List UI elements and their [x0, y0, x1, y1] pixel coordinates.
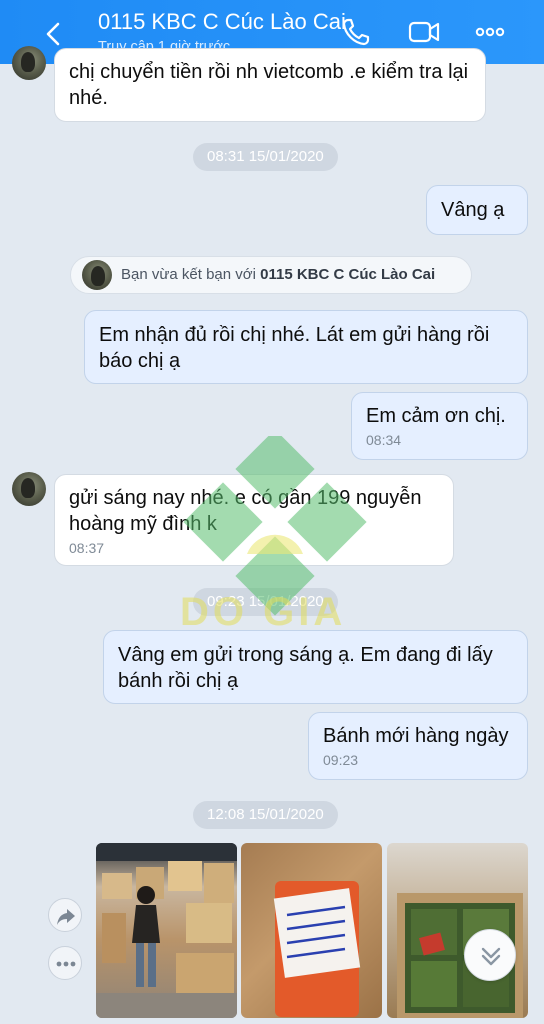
photo-thumbnail-1[interactable]	[96, 843, 237, 1018]
more-horizontal-icon	[56, 961, 76, 967]
time-separator: 09:23 15/01/2020	[193, 588, 338, 616]
friend-added-text: Bạn vừa kết bạn với 0115 KBC C Cúc Lào C…	[121, 257, 435, 293]
message-text: Em cảm ơn chị.	[366, 405, 506, 427]
outgoing-message[interactable]: Em cảm ơn chị. 08:34	[351, 392, 528, 460]
outgoing-message[interactable]: Em nhận đủ rồi chị nhé. Lát em gửi hàng …	[84, 310, 528, 384]
time-separator: 12:08 15/01/2020	[193, 801, 338, 829]
back-button[interactable]	[38, 18, 70, 50]
more-button[interactable]	[470, 14, 510, 50]
photo-thumbnail-2[interactable]	[241, 843, 382, 1018]
scroll-to-bottom-button[interactable]	[464, 929, 516, 981]
contact-avatar[interactable]	[12, 472, 46, 506]
outgoing-message[interactable]: Vâng ạ	[426, 185, 528, 235]
message-time: 08:34	[366, 432, 402, 448]
message-text: Vâng ạ	[441, 199, 505, 221]
share-arrow-icon	[57, 909, 75, 925]
message-text: Vâng em gửi trong sáng ạ. Em đang đi lấy…	[118, 644, 493, 692]
outgoing-message[interactable]: Bánh mới hàng ngày 09:23	[308, 712, 528, 780]
friend-added-notice: Bạn vừa kết bạn với 0115 KBC C Cúc Lào C…	[70, 256, 472, 294]
message-text: chị chuyển tiền rồi nh vietcomb .e kiểm …	[69, 61, 469, 109]
double-chevron-down-icon	[481, 947, 501, 966]
contact-avatar-small	[82, 260, 112, 290]
message-text: Em nhận đủ rồi chị nhé. Lát em gửi hàng …	[99, 324, 490, 372]
photo-warehouse-art	[96, 843, 237, 1018]
call-button[interactable]	[336, 14, 376, 50]
call-icon	[342, 18, 370, 46]
message-time: 08:37	[69, 540, 105, 556]
forward-button[interactable]	[48, 898, 82, 932]
notice-contact-name: 0115 KBC C Cúc Lào Cai	[260, 266, 436, 283]
photo-package-art	[273, 881, 361, 1017]
time-separator: 08:31 15/01/2020	[193, 143, 338, 171]
incoming-message[interactable]: chị chuyển tiền rồi nh vietcomb .e kiểm …	[54, 48, 486, 122]
video-call-button[interactable]	[404, 14, 444, 50]
video-call-icon	[408, 21, 440, 43]
message-options-button[interactable]	[48, 946, 82, 980]
more-icon	[475, 27, 505, 37]
message-time: 09:23	[323, 752, 359, 768]
message-text: Bánh mới hàng ngày	[323, 725, 509, 747]
notice-prefix: Bạn vừa kết bạn với	[121, 266, 256, 283]
outgoing-message[interactable]: Vâng em gửi trong sáng ạ. Em đang đi lấy…	[103, 630, 528, 704]
chat-title[interactable]: 0115 KBC C Cúc Lào Cai	[98, 9, 368, 35]
back-icon	[46, 22, 60, 46]
contact-avatar[interactable]	[12, 46, 46, 80]
message-text: gửi sáng nay nhé. e có gần 199 nguyễn ho…	[69, 487, 422, 535]
incoming-message[interactable]: gửi sáng nay nhé. e có gần 199 nguyễn ho…	[54, 474, 454, 566]
